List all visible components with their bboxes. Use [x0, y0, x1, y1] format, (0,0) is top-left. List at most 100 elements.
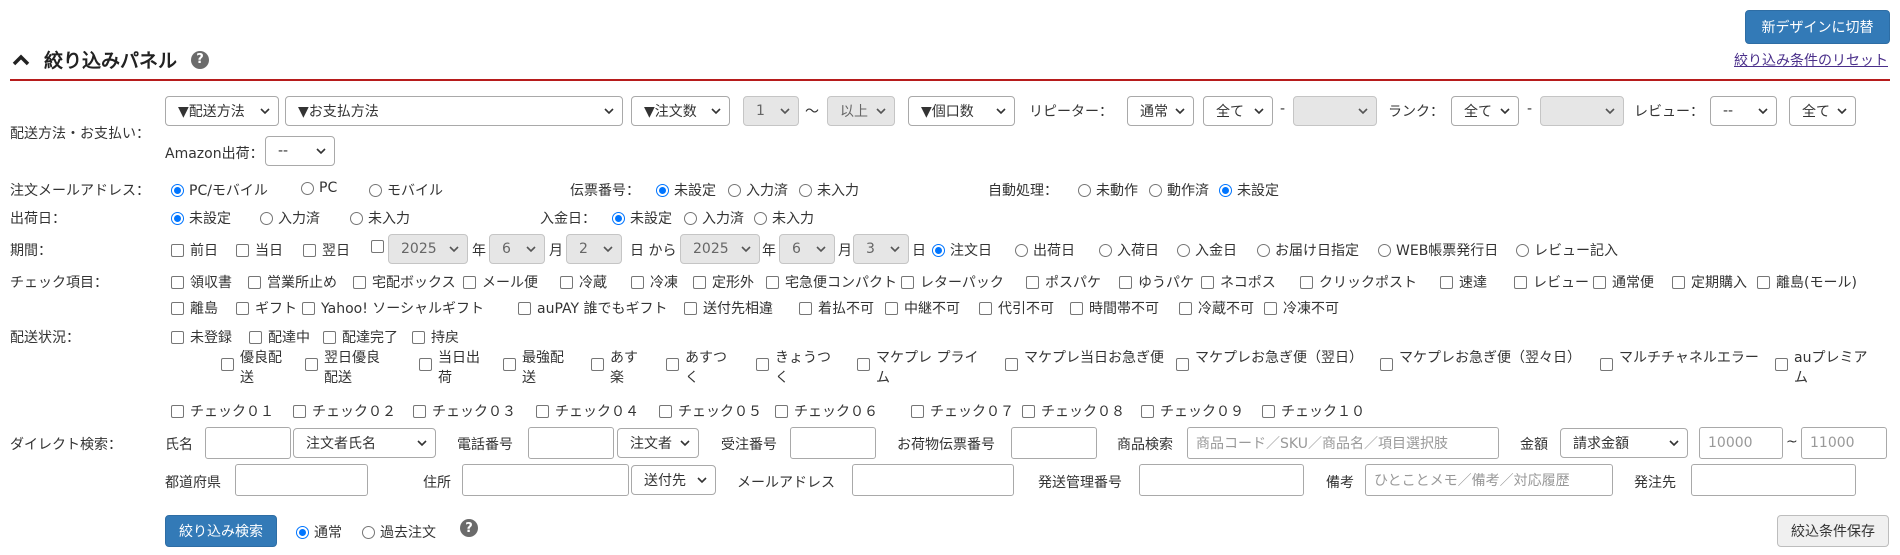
ship-option-unset[interactable]: 未設定 — [171, 208, 231, 228]
ship-option-not-entered[interactable]: 未入力 — [350, 208, 410, 228]
checkbox[interactable] — [171, 330, 184, 344]
check-item[interactable]: 宅配ボックス — [353, 272, 456, 292]
checkbox[interactable] — [412, 330, 425, 344]
delivery-status-option[interactable]: 配達完了 — [323, 327, 398, 347]
checkbox[interactable] — [1070, 301, 1083, 315]
new-design-button[interactable]: 新デザインに切替 — [1745, 10, 1890, 44]
period-type-ship-date[interactable]: 出荷日 — [1015, 240, 1075, 260]
pref-input[interactable] — [235, 464, 368, 496]
check-item[interactable]: ギフト — [236, 298, 297, 318]
checkbox[interactable] — [171, 243, 184, 257]
help-icon[interactable]: ? — [460, 519, 478, 537]
radio-checked[interactable] — [656, 183, 669, 197]
checkbox[interactable] — [1672, 275, 1685, 289]
checkbox[interactable] — [631, 275, 644, 289]
item-count-select[interactable]: ▼個口数 — [908, 96, 1015, 126]
name-type-select[interactable]: 注文者氏名 — [293, 428, 436, 458]
radio[interactable] — [754, 211, 767, 225]
month-to-select[interactable]: 6 — [779, 234, 835, 264]
check-item[interactable]: クリックポスト — [1300, 272, 1417, 292]
checkbox[interactable] — [911, 404, 924, 418]
period-type-arrival-date[interactable]: 入荷日 — [1099, 240, 1159, 260]
radio[interactable] — [1149, 183, 1162, 197]
ship-option-entered[interactable]: 入力済 — [260, 208, 320, 228]
checkbox[interactable] — [236, 301, 249, 315]
mail-option-pc-mobile[interactable]: PC/モバイル — [171, 180, 268, 200]
supplier-input[interactable] — [1691, 464, 1856, 496]
checkbox[interactable] — [221, 358, 234, 371]
count-condition-select[interactable]: 以上 — [827, 96, 895, 126]
checkbox[interactable] — [1775, 358, 1788, 371]
auto-option-run[interactable]: 動作済 — [1149, 180, 1209, 200]
order-count-select[interactable]: ▼注文数 — [631, 96, 730, 126]
check-item[interactable]: 送付先相違 — [684, 298, 773, 318]
check-item[interactable]: 営業所止め — [248, 272, 337, 292]
checkbox[interactable] — [666, 358, 679, 371]
custom-check-option[interactable]: チェック０９ — [1141, 401, 1244, 421]
checkbox[interactable] — [305, 358, 318, 371]
radio[interactable] — [1516, 243, 1529, 257]
check-item[interactable]: 時間帯不可 — [1070, 298, 1159, 318]
custom-check-option[interactable]: チェック０６ — [775, 401, 878, 421]
period-type-order-date[interactable]: 注文日 — [932, 240, 992, 260]
rank-from-select[interactable]: 全て — [1451, 96, 1519, 126]
phone-type-select[interactable]: 注文者 — [617, 428, 699, 458]
check-item[interactable]: 宅急便コンパクト — [766, 272, 897, 292]
radio-checked[interactable] — [171, 211, 184, 225]
payment-option-unset[interactable]: 未設定 — [612, 208, 672, 228]
checkbox[interactable] — [463, 275, 476, 289]
custom-check-option[interactable]: チェック１０ — [1262, 401, 1365, 421]
checkbox[interactable] — [1514, 275, 1527, 289]
radio[interactable] — [684, 211, 697, 225]
search-mode-normal[interactable]: 通常 — [296, 522, 342, 542]
amount-type-select[interactable]: 請求金額 — [1560, 428, 1688, 458]
delivery-status-option[interactable]: 未登録 — [171, 327, 232, 347]
checkbox[interactable] — [303, 243, 316, 257]
check-item[interactable]: auPAY 誰でもギフト — [518, 298, 668, 318]
checkbox[interactable] — [659, 404, 672, 418]
product-search-input[interactable]: 商品コード／SKU／商品名／項目選択肢 — [1187, 427, 1499, 459]
checkbox[interactable] — [1022, 404, 1035, 418]
period-type-web-form-date[interactable]: WEB帳票発行日 — [1378, 240, 1498, 260]
month-from-select[interactable]: 6 — [489, 234, 545, 264]
repeater-to-select[interactable] — [1293, 96, 1377, 126]
checkbox[interactable] — [536, 404, 549, 418]
radio[interactable] — [369, 183, 382, 197]
checkbox[interactable] — [518, 301, 531, 315]
radio[interactable] — [1177, 243, 1190, 257]
review-select[interactable]: -- — [1710, 96, 1777, 126]
checkbox[interactable] — [560, 275, 573, 289]
radio[interactable] — [1078, 183, 1091, 197]
amazon-select[interactable]: -- — [265, 136, 335, 166]
checkbox[interactable] — [249, 330, 262, 344]
delivery-status-option[interactable]: 配達中 — [249, 327, 310, 347]
checkbox[interactable] — [1757, 275, 1770, 289]
custom-check-option[interactable]: チェック０５ — [659, 401, 762, 421]
checkbox[interactable] — [775, 404, 788, 418]
check-item[interactable]: 中継不可 — [885, 298, 960, 318]
checkbox[interactable] — [766, 275, 779, 289]
checkbox[interactable] — [1201, 275, 1214, 289]
period-type-payment-date[interactable]: 入金日 — [1177, 240, 1237, 260]
delivery-service-option[interactable]: マケプレ プライム — [857, 348, 992, 388]
checkbox[interactable] — [171, 404, 184, 418]
check-item[interactable]: 冷凍不可 — [1264, 298, 1339, 318]
checkbox[interactable] — [1262, 404, 1275, 418]
radio[interactable] — [362, 525, 375, 539]
radio-checked[interactable] — [932, 243, 945, 257]
radio-checked[interactable] — [1219, 183, 1232, 197]
check-item[interactable]: レビュー — [1514, 272, 1589, 292]
checkbox[interactable] — [371, 240, 384, 253]
rank-to-select[interactable] — [1540, 96, 1624, 126]
checkbox[interactable] — [1600, 358, 1613, 371]
checkbox[interactable] — [293, 404, 306, 418]
checkbox[interactable] — [413, 404, 426, 418]
checkbox[interactable] — [1264, 301, 1277, 315]
order-no-input[interactable] — [790, 427, 876, 459]
custom-check-option[interactable]: チェック０７ — [911, 401, 1014, 421]
address-input[interactable] — [462, 464, 629, 496]
checkbox[interactable] — [1380, 358, 1393, 371]
checkbox[interactable] — [1141, 404, 1154, 418]
radio[interactable] — [1378, 243, 1391, 257]
year-to-select[interactable]: 2025 — [680, 234, 760, 264]
